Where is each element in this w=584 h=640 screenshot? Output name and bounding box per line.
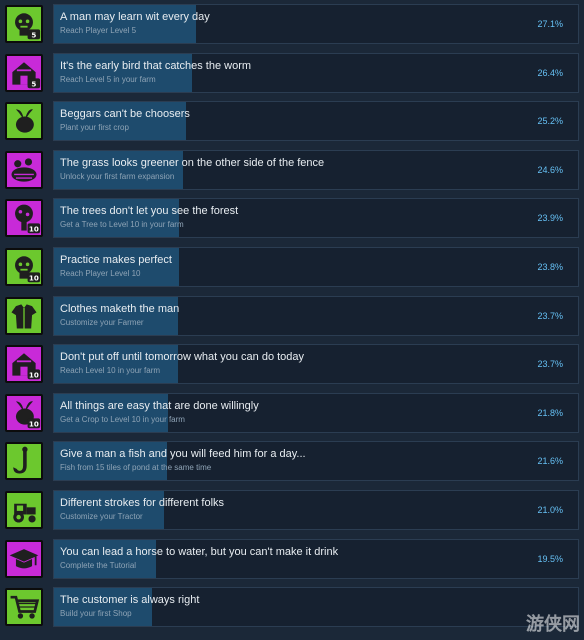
level-badge: 10 <box>29 273 39 282</box>
achievement-description: Reach Level 5 in your farm <box>60 74 156 84</box>
farm-barn-icon: 5 <box>5 53 43 92</box>
achievement-panel: Beggars can't be choosers Plant your firs… <box>53 101 579 142</box>
achievement-description: Fish from 15 tiles of pond at the same t… <box>60 463 212 473</box>
field-expansion-icon <box>5 150 43 189</box>
achievement-panel: Clothes maketh the man Customize your Far… <box>53 295 579 336</box>
farm-barn-icon: 10 <box>5 345 43 384</box>
achievement-panel: The grass looks greener on the other sid… <box>53 149 579 190</box>
achievement-title: The grass looks greener on the other sid… <box>60 156 325 169</box>
unlock-percentage: 23.7% <box>537 310 563 321</box>
unlock-percentage: 21.8% <box>537 407 563 418</box>
achievement-title: Don't put off until tomorrow what you ca… <box>60 351 305 364</box>
achievement-panel: All things are easy that are done willin… <box>53 392 579 433</box>
achievement-row[interactable]: Clothes maketh the man Customize your Far… <box>0 293 584 337</box>
shirt-icon <box>5 296 43 335</box>
level-badge: 10 <box>29 419 39 428</box>
achievement-panel: The trees don't let you see the forest Ge… <box>53 198 579 239</box>
unlock-percentage: 21.6% <box>537 456 563 467</box>
achievement-title: The trees don't let you see the forest <box>60 205 239 218</box>
achievement-panel: The customer is always right Build your f… <box>53 587 579 628</box>
unlock-percentage: 23.9% <box>537 213 563 224</box>
achievement-title: A man may learn wit every day <box>60 11 210 23</box>
achievement-row[interactable]: 5 A man may learn wit every day Reach Play… <box>0 1 584 45</box>
achievement-description: Reach Player Level 5 <box>60 26 137 35</box>
achievement-row[interactable]: Different strokes for different folks Cus… <box>0 487 584 531</box>
level-badge: 10 <box>29 225 39 234</box>
achievement-description: Customize your Tractor <box>60 512 143 521</box>
achievement-description: Plant your first crop <box>60 123 129 133</box>
vegetable-icon <box>5 102 43 141</box>
achievement-panel: Don't put off until tomorrow what you ca… <box>53 344 579 385</box>
man-head-icon: 5 <box>5 5 43 43</box>
unlock-percentage: 24.6% <box>537 164 563 175</box>
achievement-description: Complete the Tutorial <box>60 560 137 570</box>
achievement-panel: Different strokes for different folks Cus… <box>53 490 579 530</box>
achievement-panel: Give a man a fish and you will feed him … <box>53 441 579 482</box>
achievement-panel: Practice makes perfect Reach Player Level… <box>53 247 579 287</box>
level-badge: 5 <box>31 30 36 39</box>
achievement-title: The customer is always right <box>60 594 200 607</box>
achievement-row[interactable]: 10 Practice makes perfect Reach Player Lev… <box>0 244 584 288</box>
achievement-title: Different strokes for different folks <box>60 497 225 509</box>
unlock-percentage: 25.2% <box>537 116 563 127</box>
achievement-panel: It's the early bird that catches the wor… <box>53 52 579 93</box>
achievement-title: Practice makes perfect <box>60 254 172 266</box>
achievement-description: Get a Crop to Level 10 in your farm <box>60 414 185 424</box>
tree-icon: 10 <box>5 199 43 238</box>
shopping-cart-icon <box>5 588 43 627</box>
achievement-row[interactable]: 10 All things are easy that are done will… <box>0 390 584 434</box>
achievement-description: Reach Level 10 in your farm <box>60 366 161 376</box>
achievement-title: Give a man a fish and you will feed him … <box>60 448 306 461</box>
achievement-row[interactable]: 5 It's the early bird that catches the wo… <box>0 50 584 94</box>
graduation-cap-icon <box>5 539 43 578</box>
unlock-percentage: 19.5% <box>537 553 563 564</box>
man-head-icon: 10 <box>5 248 43 286</box>
vegetable-icon: 10 <box>5 393 43 432</box>
achievement-description: Reach Player Level 10 <box>60 269 141 278</box>
achievement-description: Get a Tree to Level 10 in your farm <box>60 220 184 230</box>
unlock-percentage: 23.7% <box>537 359 563 370</box>
achievement-description: Build your first Shop <box>60 609 132 619</box>
fishing-hook-icon <box>5 442 43 481</box>
unlock-percentage: 26.4% <box>537 67 563 78</box>
unlock-percentage: 23.8% <box>537 262 563 272</box>
achievement-panel: A man may learn wit every day Reach Playe… <box>53 4 579 44</box>
achievement-row[interactable]: Beggars can't be choosers Plant your firs… <box>0 98 584 142</box>
achievement-row[interactable]: The grass looks greener on the other sid… <box>0 147 584 191</box>
achievement-title: All things are easy that are done willin… <box>60 399 259 412</box>
achievement-title: You can lead a horse to water, but you c… <box>60 545 339 558</box>
achievement-row[interactable]: The customer is always right Build your f… <box>0 584 584 628</box>
unlock-percentage: 27.1% <box>537 19 563 29</box>
achievement-row[interactable]: 10 Don't put off until tomorrow what you … <box>0 341 584 385</box>
watermark-logo: 游侠网 <box>526 614 580 635</box>
unlock-percentage: 21.0% <box>537 505 563 515</box>
achievement-title: It's the early bird that catches the wor… <box>60 59 252 72</box>
tractor-icon <box>5 491 43 529</box>
level-badge: 10 <box>29 371 39 380</box>
achievement-row[interactable]: Give a man a fish and you will feed him … <box>0 438 584 482</box>
achievement-row[interactable]: 10 The trees don't let you see the forest… <box>0 195 584 239</box>
achievement-title: Clothes maketh the man <box>60 302 180 315</box>
achievement-title: Beggars can't be choosers <box>60 108 190 121</box>
achievement-description: Customize your Farmer <box>60 317 144 327</box>
achievement-list: 5 A man may learn wit every day Reach Play… <box>0 0 584 640</box>
level-badge: 5 <box>31 79 36 88</box>
achievement-row[interactable]: You can lead a horse to water, but you c… <box>0 536 584 580</box>
achievement-description: Unlock your first farm expansion <box>60 171 175 181</box>
achievement-panel: You can lead a horse to water, but you c… <box>53 538 579 579</box>
